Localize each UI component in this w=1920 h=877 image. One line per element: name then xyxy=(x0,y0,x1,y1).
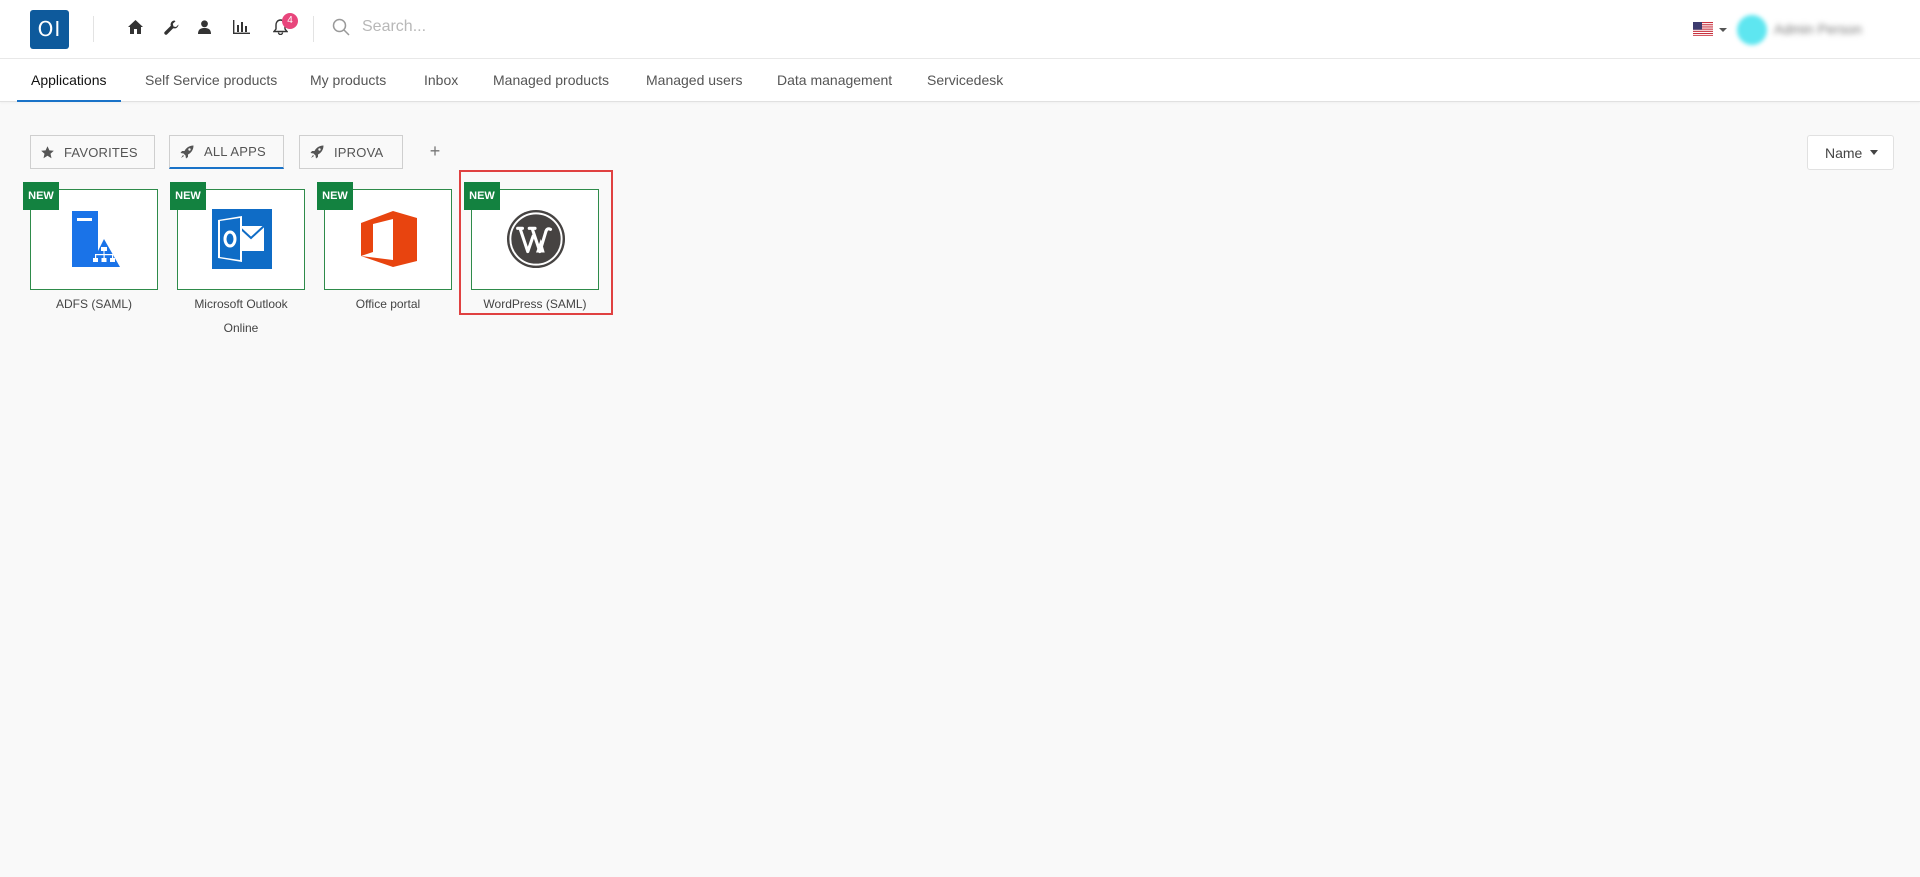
tab-managed-users[interactable]: Managed users xyxy=(646,59,743,102)
sort-label: Name xyxy=(1825,144,1863,161)
app-tile-office[interactable]: NEW xyxy=(317,182,452,290)
main-nav: Applications Self Service products My pr… xyxy=(0,59,1920,102)
filter-favorites[interactable]: FAVORITES xyxy=(30,135,155,169)
divider xyxy=(93,16,94,42)
new-badge: NEW xyxy=(170,182,206,210)
app-tile-wordpress[interactable]: NEW xyxy=(464,182,599,290)
app-label[interactable]: Microsoft Outlook Online xyxy=(177,292,305,340)
new-badge: NEW xyxy=(23,182,59,210)
app-tile-adfs[interactable]: NEW xyxy=(23,182,158,290)
tab-data-management[interactable]: Data management xyxy=(777,59,892,102)
home-icon[interactable] xyxy=(125,17,145,37)
app-logo[interactable]: OI xyxy=(30,10,69,49)
outlook-icon xyxy=(212,209,272,269)
app-tile-outlook[interactable]: NEW xyxy=(170,182,305,290)
tab-self-service-products[interactable]: Self Service products xyxy=(145,59,277,102)
tab-applications[interactable]: Applications xyxy=(17,59,120,102)
tab-managed-products[interactable]: Managed products xyxy=(493,59,609,102)
app-label[interactable]: ADFS (SAML) xyxy=(30,292,158,316)
tab-servicedesk[interactable]: Servicedesk xyxy=(927,59,1003,102)
us-flag-icon[interactable] xyxy=(1693,22,1713,36)
filter-iprova[interactable]: IPROVA xyxy=(299,135,403,169)
rocket-icon xyxy=(310,145,324,159)
office-icon xyxy=(359,209,419,269)
tab-my-products[interactable]: My products xyxy=(310,59,386,102)
new-badge: NEW xyxy=(317,182,353,210)
new-badge: NEW xyxy=(464,182,500,210)
notification-count-badge: 4 xyxy=(282,13,298,29)
user-name[interactable]: Admin Person xyxy=(1774,21,1862,37)
adfs-server-icon xyxy=(65,209,125,269)
divider xyxy=(313,16,314,42)
star-icon xyxy=(41,145,54,158)
chevron-down-icon xyxy=(1870,150,1879,155)
wordpress-icon xyxy=(506,209,566,269)
user-icon[interactable] xyxy=(194,17,214,37)
add-filter-button[interactable]: + xyxy=(426,140,444,162)
app-label[interactable]: WordPress (SAML) xyxy=(471,292,599,316)
search-icon xyxy=(331,17,351,37)
app-label[interactable]: Office portal xyxy=(324,292,452,316)
tab-inbox[interactable]: Inbox xyxy=(424,59,458,102)
sort-dropdown[interactable]: Name xyxy=(1807,135,1894,170)
filter-label: ALL APPS xyxy=(204,144,266,159)
filter-label: FAVORITES xyxy=(64,144,138,160)
filter-all-apps[interactable]: ALL APPS xyxy=(169,135,284,169)
top-bar: OI 4 Admin Person xyxy=(0,0,1920,59)
search-input[interactable] xyxy=(362,12,762,42)
filter-label: IPROVA xyxy=(334,144,384,160)
avatar[interactable] xyxy=(1737,15,1767,45)
rocket-icon xyxy=(180,145,194,158)
wrench-icon[interactable] xyxy=(161,17,181,37)
language-caret-icon[interactable] xyxy=(1719,28,1727,32)
bar-chart-icon[interactable] xyxy=(231,17,251,37)
